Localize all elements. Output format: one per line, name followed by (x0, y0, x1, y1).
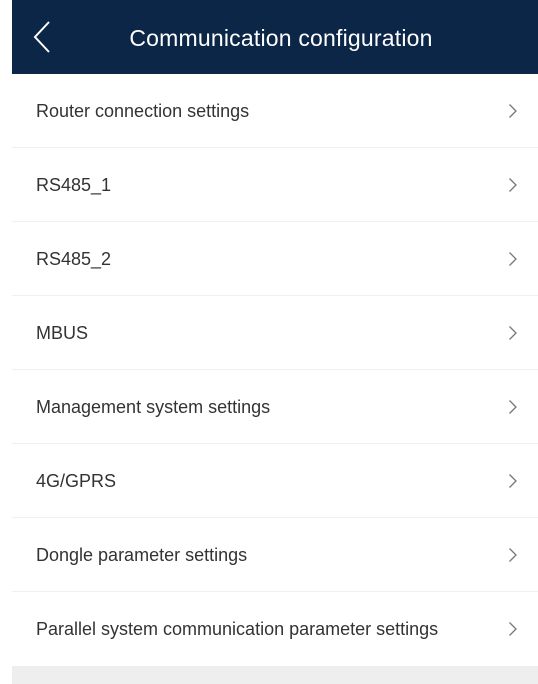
top-bar: Communication configuration (12, 0, 538, 74)
menu-item-label: Router connection settings (36, 101, 250, 121)
menu-item-label: MBUS (36, 323, 89, 343)
app-frame: Communication configuration Router conne… (12, 0, 538, 684)
menu-item-dongle-parameter-settings[interactable]: Dongle parameter settings (12, 518, 538, 592)
menu-item-4g-gprs[interactable]: 4G/GPRS (12, 444, 538, 518)
chevron-right-icon (508, 399, 518, 415)
chevron-right-icon (508, 103, 518, 119)
page-title: Communication configuration (129, 25, 433, 51)
menu-item-label: Management system settings (36, 397, 271, 417)
menu-item-parallel-system-communication-parameter-settings[interactable]: Parallel system communication parameter … (12, 592, 538, 666)
menu-item-router-connection-settings[interactable]: Router connection settings (12, 74, 538, 148)
settings-list: Router connection settings RS485_1 RS485… (12, 74, 538, 666)
chevron-right-icon (508, 177, 518, 193)
menu-item-label: Dongle parameter settings (36, 545, 248, 565)
chevron-right-icon (508, 621, 518, 637)
chevron-right-icon (508, 473, 518, 489)
menu-item-rs485-1[interactable]: RS485_1 (12, 148, 538, 222)
menu-item-management-system-settings[interactable]: Management system settings (12, 370, 538, 444)
bottom-background-band (12, 666, 538, 684)
chevron-right-icon (508, 251, 518, 267)
menu-item-label: Parallel system communication parameter … (36, 619, 439, 639)
chevron-right-icon (508, 547, 518, 563)
menu-item-label: 4G/GPRS (36, 471, 117, 491)
menu-item-mbus[interactable]: MBUS (12, 296, 538, 370)
menu-item-rs485-2[interactable]: RS485_2 (12, 222, 538, 296)
chevron-right-icon (508, 325, 518, 341)
menu-item-label: RS485_2 (36, 249, 112, 269)
menu-item-label: RS485_1 (36, 175, 112, 195)
